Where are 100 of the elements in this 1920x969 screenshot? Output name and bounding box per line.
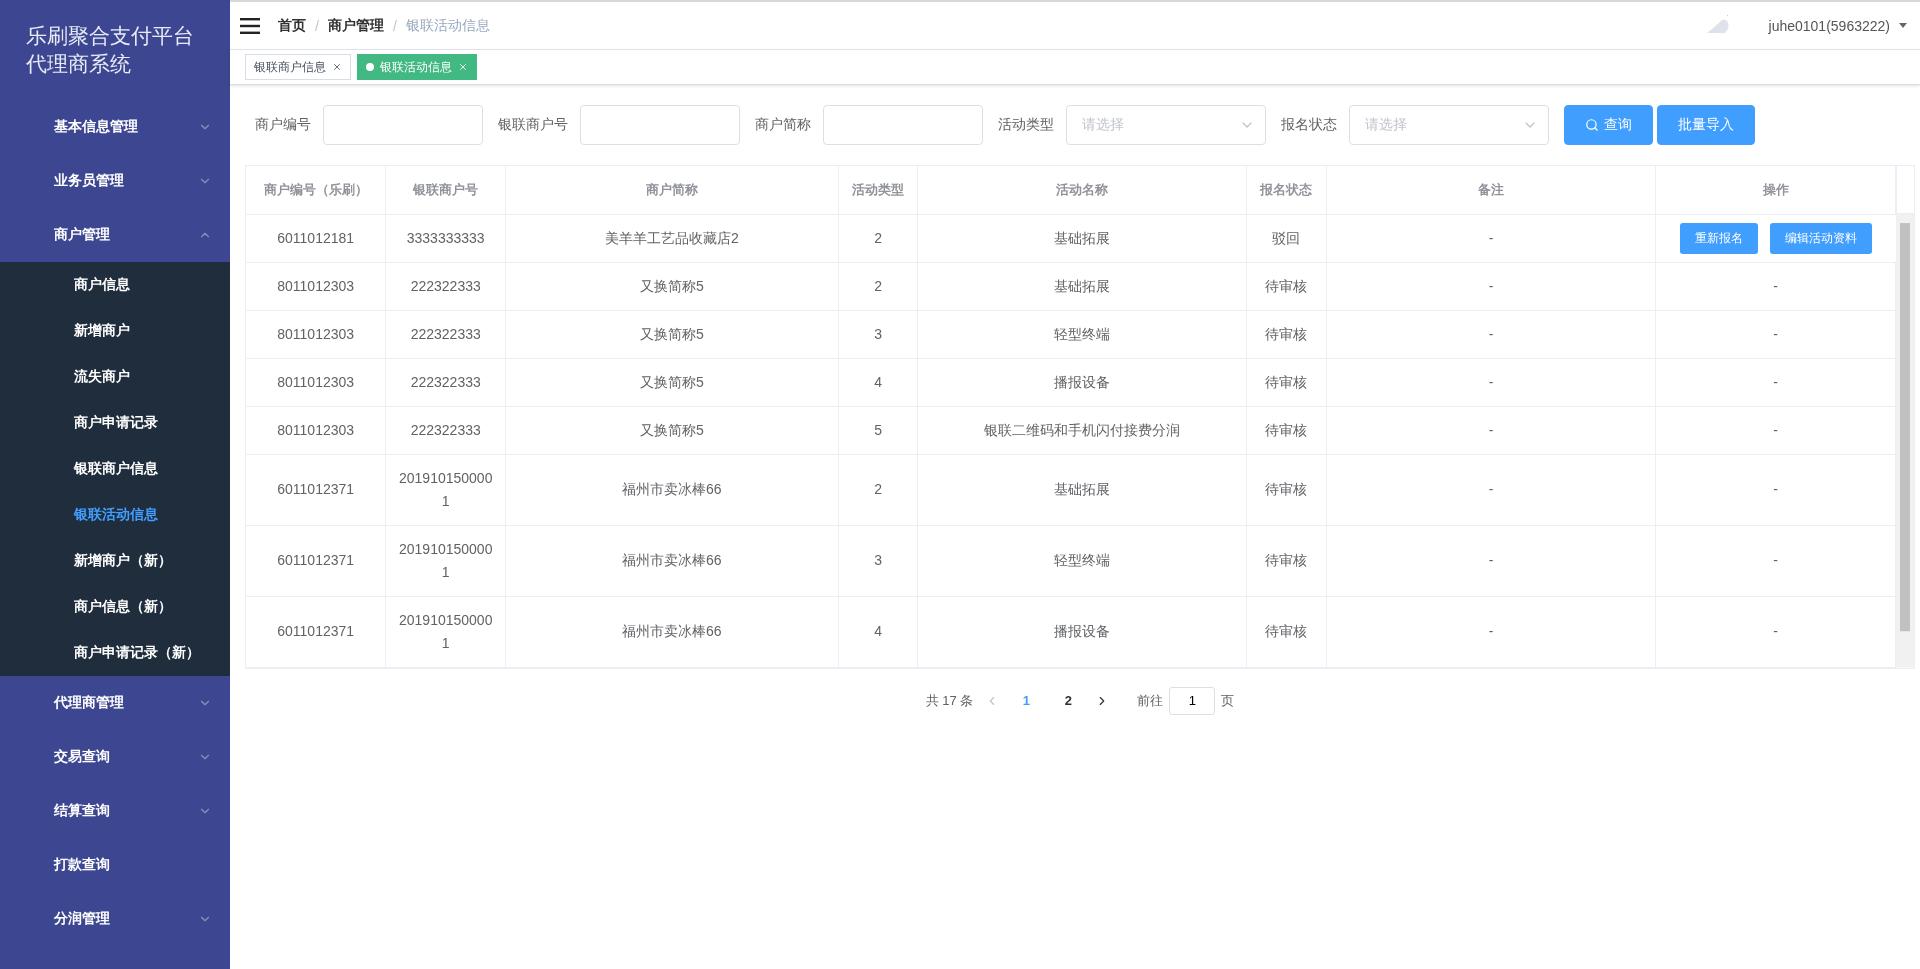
dot-icon: [366, 63, 374, 71]
table-cell: 待审核: [1246, 454, 1327, 525]
table-cell: -: [1655, 596, 1896, 667]
breadcrumb-separator: /: [315, 17, 319, 34]
page-input[interactable]: 1: [1169, 686, 1216, 715]
table-cell: 2019101500001: [385, 454, 506, 525]
table-cell: 2019101500001: [385, 596, 506, 667]
filter-label: 报名状态: [1281, 116, 1337, 134]
table-cell: -: [1326, 214, 1656, 262]
column-header: 备注: [1326, 166, 1656, 214]
table-cell: -: [1655, 406, 1896, 454]
table-cell: 驳回: [1246, 214, 1327, 262]
table-cell: 2: [838, 454, 918, 525]
table-cell: 轻型终端: [918, 525, 1247, 596]
menu-item[interactable]: 打款查询: [0, 838, 230, 892]
table-cell: 待审核: [1246, 262, 1327, 310]
menu-item[interactable]: 商户管理: [0, 208, 230, 262]
scrollbar[interactable]: [1896, 214, 1914, 668]
table-cell: 福州市卖冰棒66: [505, 525, 839, 596]
table-cell: 222322333: [385, 406, 506, 454]
table-cell: 播报设备: [918, 358, 1247, 406]
table-cell: 2019101500001: [385, 525, 506, 596]
table-cell: 6011012181: [246, 214, 386, 262]
submenu-item[interactable]: 新增商户: [0, 308, 230, 354]
table-cell: 福州市卖冰棒66: [505, 454, 839, 525]
breadcrumb-item[interactable]: 首页: [278, 16, 306, 35]
page-tab[interactable]: 银联商户信息: [245, 54, 351, 80]
menu-item[interactable]: 分润管理: [0, 892, 230, 946]
table-cell: 222322333: [385, 262, 506, 310]
table-cell: -: [1326, 596, 1656, 667]
table-cell: 222322333: [385, 310, 506, 358]
table-cell: 8011012303: [246, 310, 386, 358]
input-field[interactable]: [823, 105, 983, 145]
table-cell: 3: [838, 310, 918, 358]
app-title: 代理商系统: [26, 51, 132, 77]
table-cell: -: [1326, 454, 1656, 525]
table-cell: -: [1326, 525, 1656, 596]
caret-down-icon[interactable]: [1898, 22, 1908, 29]
column-header: 报名状态: [1246, 166, 1327, 214]
close-icon[interactable]: [332, 62, 342, 72]
page-number[interactable]: 2: [1053, 693, 1084, 708]
table-cell: 又换简称5: [505, 358, 839, 406]
table-cell: 3: [838, 525, 918, 596]
goto-label: 前往: [1137, 691, 1164, 710]
submenu-item[interactable]: 商户申请记录: [0, 400, 230, 446]
input-field[interactable]: [580, 105, 740, 145]
menu-item[interactable]: 结算查询: [0, 784, 230, 838]
total-count: 共 17 条: [925, 691, 974, 710]
table-cell: -: [1326, 310, 1656, 358]
table-cell: 又换简称5: [505, 406, 839, 454]
column-header: 活动名称: [918, 166, 1247, 214]
search-icon: [1585, 118, 1599, 132]
table-cell: 基础拓展: [918, 454, 1247, 525]
filter-label: 活动类型: [998, 116, 1054, 134]
submenu-item[interactable]: 银联活动信息: [0, 492, 230, 538]
submenu-item[interactable]: 银联商户信息: [0, 446, 230, 492]
table-cell: -: [1655, 454, 1896, 525]
close-icon[interactable]: [458, 62, 468, 72]
menu-item[interactable]: 基本信息管理: [0, 100, 230, 154]
column-header: 商户编号（乐刷）: [246, 166, 386, 214]
table-cell: 基础拓展: [918, 262, 1247, 310]
user-name[interactable]: juhe0101(5963222): [1768, 17, 1890, 34]
table-cell: 6011012371: [246, 596, 386, 667]
table-cell: 又换简称5: [505, 262, 839, 310]
table-cell: 基础拓展: [918, 214, 1247, 262]
table-cell: 4: [838, 596, 918, 667]
table-cell: 福州市卖冰棒66: [505, 596, 839, 667]
table-cell: -: [1326, 406, 1656, 454]
table-cell: 8011012303: [246, 358, 386, 406]
filter-label: 商户简称: [755, 116, 811, 134]
app-title: 乐刷聚合支付平台: [26, 23, 195, 49]
table-cell: 待审核: [1246, 525, 1327, 596]
table-cell: 轻型终端: [918, 310, 1247, 358]
table-cell: 待审核: [1246, 358, 1327, 406]
menu-item[interactable]: 交易查询: [0, 730, 230, 784]
breadcrumb-item[interactable]: 商户管理: [327, 16, 384, 35]
table-cell: 6011012371: [246, 525, 386, 596]
menu-item[interactable]: 代理商管理: [0, 676, 230, 730]
column-header: 银联商户号: [385, 166, 506, 214]
submenu-item[interactable]: 商户信息: [0, 262, 230, 308]
submenu-item[interactable]: 新增商户（新）: [0, 538, 230, 584]
submenu-item[interactable]: 商户信息（新）: [0, 584, 230, 630]
menu-icon[interactable]: [240, 17, 260, 34]
table-cell: -: [1326, 358, 1656, 406]
filter-label: 银联商户号: [498, 116, 568, 134]
submenu-item[interactable]: 流失商户: [0, 354, 230, 400]
table-cell: -: [1655, 262, 1896, 310]
table-cell: 又换简称5: [505, 310, 839, 358]
table-cell: 3333333333: [385, 214, 506, 262]
breadcrumb-item: 银联活动信息: [405, 16, 490, 35]
input-field[interactable]: [323, 105, 483, 145]
menu-item[interactable]: 业务员管理: [0, 154, 230, 208]
table-cell: 待审核: [1246, 310, 1327, 358]
column-header: 商户简称: [505, 166, 839, 214]
submenu-item[interactable]: 商户申请记录（新）: [0, 630, 230, 676]
table-cell: 6011012371: [246, 454, 386, 525]
breadcrumb-separator: /: [392, 17, 397, 34]
column-header: 活动类型: [838, 166, 918, 214]
table-cell: 222322333: [385, 358, 506, 406]
table-cell: 2: [838, 262, 918, 310]
